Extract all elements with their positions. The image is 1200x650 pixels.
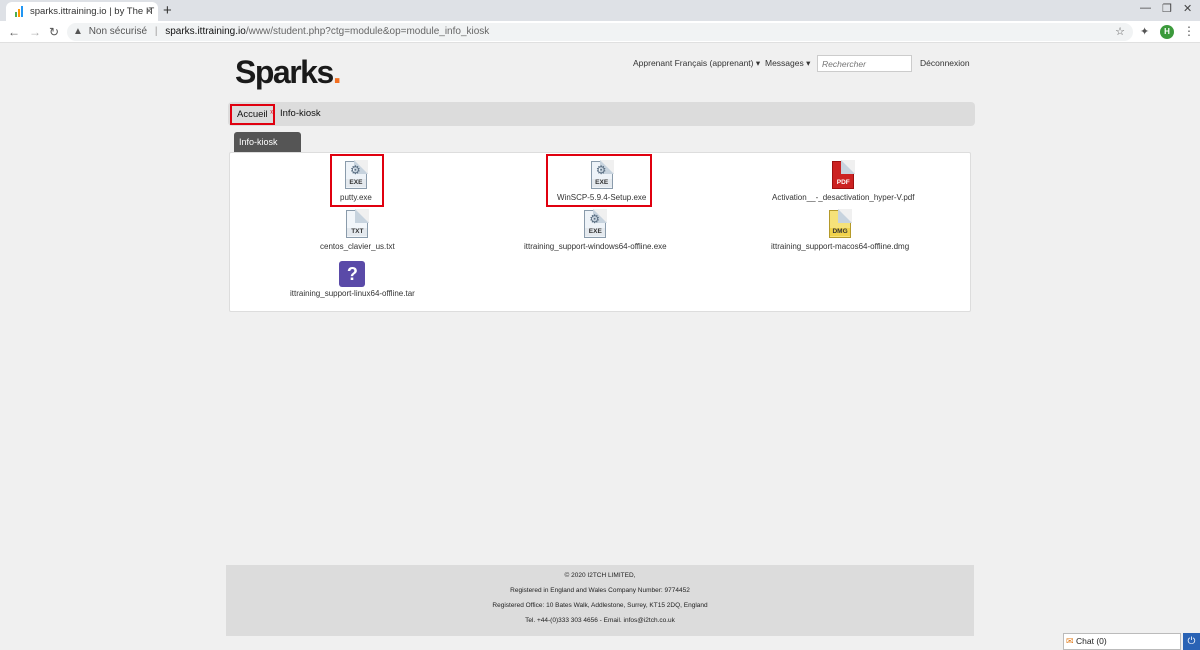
sparks-logo[interactable]: Sparks. (235, 54, 342, 91)
breadcrumb-separator: » (270, 107, 275, 116)
tab-info-kiosk[interactable]: Info-kiosk (234, 132, 301, 152)
page-footer: © 2020 I2TCH LIMITED, Registered in Engl… (226, 565, 974, 636)
profile-avatar[interactable]: H (1160, 25, 1174, 39)
file-name: Activation__-_desactivation_hyper-V.pdf (772, 193, 915, 202)
exe-file-icon: ⚙ EXE (584, 209, 608, 238)
chat-label: Chat (0) (1076, 636, 1107, 646)
file-item[interactable]: ? ittraining_support-linux64-offline.tar (290, 261, 415, 298)
breadcrumb-home-link[interactable]: Accueil (230, 104, 275, 125)
file-name: centos_clavier_us.txt (320, 242, 395, 251)
close-window-icon[interactable]: ✕ (1183, 2, 1192, 15)
user-menu[interactable]: Apprenant Français (apprenant) ▾ (633, 58, 760, 69)
file-item[interactable]: ⚙ EXE ittraining_support-windows64-offlin… (524, 209, 667, 251)
pdf-file-icon: PDF (832, 160, 856, 189)
breadcrumb-current: Info-kiosk (280, 108, 321, 119)
file-name: ittraining_support-macos64-offline.dmg (771, 242, 910, 251)
file-name: ittraining_support-linux64-offline.tar (290, 289, 415, 298)
file-name: ittraining_support-windows64-offline.exe (524, 242, 667, 251)
file-item[interactable]: TXT centos_clavier_us.txt (320, 209, 395, 251)
reload-icon[interactable]: ↻ (49, 24, 59, 40)
file-item[interactable]: DMG ittraining_support-macos64-offline.d… (771, 209, 910, 251)
tab-title: sparks.ittraining.io | by The IT (30, 6, 155, 17)
highlight-box (330, 154, 384, 207)
chat-icon: ✉ (1066, 636, 1074, 646)
footer-copyright: © 2020 I2TCH LIMITED, (564, 572, 636, 579)
browser-menu-icon[interactable]: ⋮ (1183, 24, 1195, 38)
restore-icon[interactable]: ❐ (1162, 2, 1172, 15)
browser-tab[interactable]: sparks.ittraining.io | by The IT × (6, 2, 158, 21)
forward-arrow-icon[interactable]: → (29, 24, 41, 40)
bookmark-star-icon[interactable]: ☆ (1115, 23, 1125, 41)
dmg-file-icon: DMG (829, 209, 853, 238)
txt-file-icon: TXT (346, 209, 370, 238)
logout-link[interactable]: Déconnexion (920, 58, 970, 68)
unknown-file-icon: ? (339, 261, 366, 287)
search-input[interactable] (817, 55, 912, 72)
messages-menu[interactable]: Messages ▾ (765, 58, 810, 69)
footer-contact: Tel. +44-(0)333 303 4656 - Email. infos@… (525, 617, 675, 624)
url-path: /www/student.php?ctg=module&op=module_in… (245, 26, 490, 37)
not-secure-label: Non sécurisé (88, 26, 148, 37)
url-domain: sparks.ittraining.io (165, 26, 246, 37)
highlight-box (546, 154, 652, 207)
browser-tabbar: sparks.ittraining.io | by The IT × + — ❐… (0, 0, 1200, 21)
power-icon[interactable]: ⏻ (1183, 633, 1200, 650)
footer-company-number: Registered in England and Wales Company … (510, 587, 690, 594)
new-tab-button[interactable]: + (163, 1, 172, 20)
minimize-icon[interactable]: — (1140, 2, 1151, 14)
chat-widget[interactable]: ✉ Chat (0) (1063, 633, 1181, 650)
address-bar[interactable]: ▲ Non sécurisé | sparks.ittraining.io/ww… (67, 23, 1133, 41)
file-item[interactable]: PDF Activation__-_desactivation_hyper-V.… (772, 160, 915, 202)
browser-toolbar: ← → ↻ ▲ Non sécurisé | sparks.ittraining… (0, 21, 1200, 43)
breadcrumb: Accueil » Info-kiosk (228, 102, 975, 126)
warning-icon: ▲ (73, 26, 83, 37)
site-favicon (15, 6, 23, 17)
tab-close-icon[interactable]: × (146, 2, 152, 21)
footer-address: Registered Office: 10 Bates Walk, Addles… (492, 602, 708, 609)
back-arrow-icon[interactable]: ← (8, 24, 20, 40)
extensions-icon[interactable]: ✦ (1140, 25, 1149, 38)
